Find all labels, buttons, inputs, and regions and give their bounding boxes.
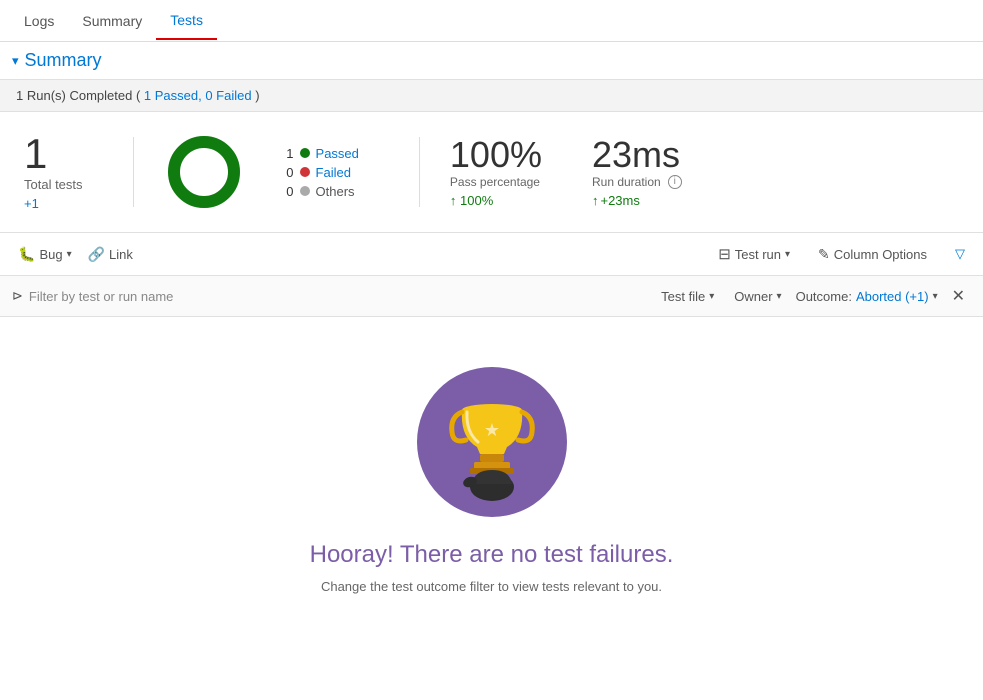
trophy-illustration: ★ [417,367,567,517]
toolbar-right: ⊟ Test run ▾ ✎ Column Options ▽ [712,241,971,267]
column-options-button[interactable]: ✎ Column Options [812,242,933,267]
empty-state: ★ Hooray! There are no test failures. Ch… [0,317,983,624]
owner-chevron-icon: ▾ [777,291,782,302]
others-label[interactable]: Others [316,184,355,199]
up-arrow-icon: ↑ [592,193,599,208]
test-file-dropdown[interactable]: Test file ▾ [655,285,720,308]
failed-count: 0 [280,165,294,180]
passed-count: 1 [280,146,294,161]
outcome-chevron-icon: ▾ [933,291,938,302]
run-info-bar: 1 Run(s) Completed ( 1 Passed, 0 Failed … [0,79,983,112]
duration-label: Run duration i [592,175,682,189]
failed-dot [300,167,310,177]
pass-pct-block: 100% Pass percentage ↑ 100% [450,137,542,208]
pass-pct-label: Pass percentage [450,175,542,189]
outcome-filter-label: Outcome: [796,289,852,304]
failed-label[interactable]: Failed [316,165,351,180]
outcome-filter-value: Aborted (+1) [856,289,929,304]
summary-header[interactable]: ▾ Summary [0,42,983,79]
test-run-chevron-icon: ▾ [785,249,790,260]
trophy-svg: ★ [442,382,542,502]
divider-2 [419,137,420,207]
tab-tests[interactable]: Tests [156,2,217,40]
donut-chart [164,132,244,212]
column-options-label: Column Options [834,247,927,262]
outcome-filter[interactable]: Outcome: Aborted (+1) ▾ [796,289,938,304]
summary-title: Summary [25,50,102,71]
legend-others: 0 Others [280,184,359,199]
pass-pct-value: 100% [450,137,542,173]
chevron-icon: ▾ [12,53,19,69]
toolbar: 🐛 Bug ▾ 🔗 Link ⊟ Test run ▾ ✎ Column Opt… [0,233,983,276]
filter-icon-button[interactable]: ▽ [949,242,971,266]
test-file-label: Test file [661,289,705,304]
filter-placeholder-text: Filter by test or run name [29,289,174,304]
link-button[interactable]: 🔗 Link [82,242,139,267]
tab-summary[interactable]: Summary [68,3,156,39]
legend-failed: 0 Failed [280,165,359,180]
bug-chevron-icon: ▾ [67,249,72,260]
info-icon[interactable]: i [668,175,682,189]
test-run-label: Test run [735,247,781,262]
pass-pct-delta: ↑ 100% [450,193,542,208]
bug-icon: 🐛 [18,246,35,263]
passed-label[interactable]: Passed [316,146,359,161]
filter-input-area[interactable]: ⊳ Filter by test or run name [12,288,173,304]
passed-dot [300,148,310,158]
total-tests-label: Total tests [24,177,83,192]
tab-logs[interactable]: Logs [10,3,68,39]
others-dot [300,186,310,196]
filter-icon: ▽ [955,246,965,262]
stats-row: 1 Total tests +1 1 Passed 0 Failed 0 Oth… [0,112,983,233]
duration-value: 23ms [592,137,682,173]
total-tests-delta: +1 [24,196,83,211]
empty-state-subtitle: Change the test outcome filter to view t… [321,579,662,594]
column-options-icon: ✎ [818,246,830,263]
link-label: Link [109,247,133,262]
test-run-button[interactable]: ⊟ Test run ▾ [712,241,796,267]
chart-legend: 1 Passed 0 Failed 0 Others [280,146,359,199]
filter-funnel-icon: ⊳ [12,288,23,304]
owner-label: Owner [734,289,772,304]
duration-block: 23ms Run duration i ↑ +23ms [592,137,682,208]
test-run-icon: ⊟ [718,245,731,263]
run-info-highlight: 1 Passed, 0 Failed [144,88,252,103]
divider-1 [133,137,134,207]
total-tests-count: 1 [24,133,83,175]
toolbar-left: 🐛 Bug ▾ 🔗 Link [12,242,139,267]
legend-passed: 1 Passed [280,146,359,161]
link-icon: 🔗 [88,246,105,263]
filter-bar: ⊳ Filter by test or run name Test file ▾… [0,276,983,317]
duration-delta: ↑ +23ms [592,193,682,208]
others-count: 0 [280,184,294,199]
owner-dropdown[interactable]: Owner ▾ [728,285,787,308]
svg-text:★: ★ [483,420,499,440]
hooray-message: Hooray! There are no test failures. [310,541,674,569]
bug-button[interactable]: 🐛 Bug ▾ [12,242,78,267]
total-tests-block: 1 Total tests +1 [24,133,83,211]
bug-label: Bug [39,247,62,262]
tabs-container: Logs Summary Tests [0,0,983,42]
filter-close-button[interactable]: ✕ [946,284,971,308]
test-file-chevron-icon: ▾ [709,291,714,302]
filter-right: Test file ▾ Owner ▾ Outcome: Aborted (+1… [655,284,971,308]
